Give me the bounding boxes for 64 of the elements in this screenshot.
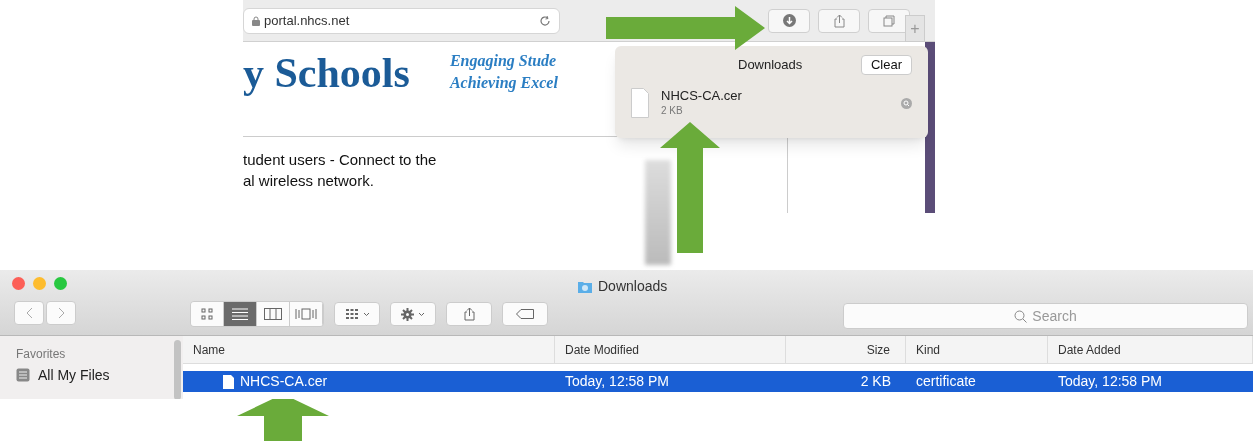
column-header[interactable]: Size — [786, 336, 906, 363]
back-icon — [25, 307, 33, 319]
minimize-button[interactable] — [33, 277, 46, 290]
chevron-icon — [362, 311, 370, 317]
clear-button[interactable]: Clear — [860, 55, 912, 75]
tabs-button[interactable] — [868, 8, 910, 33]
tag-icon — [516, 309, 534, 319]
view-mode-button[interactable] — [257, 302, 290, 326]
column-header[interactable]: Name — [183, 336, 555, 363]
column-header[interactable]: Kind — [906, 336, 1048, 363]
window-title: Downloads — [598, 277, 668, 296]
grid-icon — [344, 308, 359, 320]
download-size: 2 KB — [661, 104, 684, 118]
column-header[interactable]: Date Modified — [555, 336, 786, 363]
page-text: tudent users - Connect to the — [243, 150, 438, 170]
reload-icon[interactable] — [539, 14, 551, 27]
sidebar-item[interactable]: All My Files — [16, 364, 183, 386]
lock-icon — [252, 15, 260, 26]
forward-button[interactable] — [46, 301, 76, 325]
view-mode-button[interactable] — [224, 302, 257, 326]
share-icon — [833, 13, 845, 28]
settings-icon — [401, 307, 414, 321]
search-icon — [1014, 309, 1028, 323]
share-button[interactable] — [818, 8, 860, 33]
download-name[interactable]: NHCS-CA.cer — [661, 88, 742, 104]
action-button[interactable] — [390, 302, 436, 326]
table-cell-text: 2 KB — [860, 372, 891, 391]
files-icon — [16, 368, 30, 382]
table-cell-text: certificate — [916, 372, 976, 391]
tabs-icon — [883, 14, 895, 27]
reveal-icon[interactable] — [901, 97, 912, 109]
view-mode-control[interactable] — [190, 301, 324, 327]
address-text: portal.nhcs.net — [264, 11, 350, 30]
forward-icon — [57, 307, 65, 319]
document-icon — [631, 88, 649, 118]
popover-title: Downloads — [738, 56, 803, 75]
close-button[interactable] — [12, 277, 25, 290]
folder-icon — [578, 280, 592, 293]
zoom-button[interactable] — [54, 277, 67, 290]
icon-view-icon — [201, 308, 213, 320]
download-icon — [782, 14, 796, 27]
site-tagline: Achieving Excel — [449, 73, 558, 94]
back-button[interactable] — [14, 301, 44, 325]
cover-flow-icon — [295, 308, 317, 320]
downloads-button[interactable] — [768, 8, 810, 33]
column-header[interactable]: Date Added — [1048, 336, 1253, 363]
site-tagline: Engaging Stude — [449, 51, 558, 72]
table-cell-text: NHCS-CA.cer — [240, 372, 328, 391]
table-cell-text: Today, 12:58 PM — [1058, 372, 1163, 391]
address-field[interactable]: portal.nhcs.net — [243, 7, 560, 34]
share-icon — [463, 307, 475, 321]
tag-button[interactable] — [502, 302, 548, 326]
sidebar-heading: Favorites — [16, 346, 67, 363]
document-icon — [223, 374, 234, 389]
column-view-icon — [264, 308, 282, 320]
list-view-icon — [232, 308, 248, 320]
file-row[interactable]: NHCS-CA.cer Today, 12:58 PM 2 KB certificate Today, 12:58 PM — [183, 371, 1253, 392]
share-button[interactable] — [446, 302, 492, 326]
scroll-bar — [174, 340, 181, 399]
table-cell-text: Today, 12:58 PM — [565, 372, 670, 391]
page-text: al wireless network. — [243, 171, 375, 191]
site-heading: y Schools — [243, 52, 410, 94]
chevron-icon — [418, 311, 425, 317]
arrange-button[interactable] — [334, 302, 380, 326]
